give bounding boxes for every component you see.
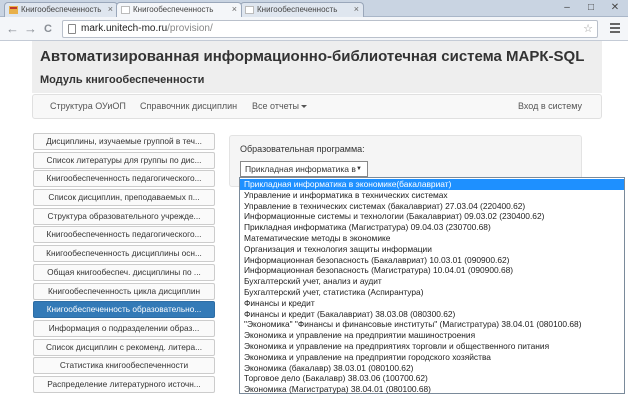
sidebar-item[interactable]: Распределение литературного источн... — [33, 375, 215, 393]
sidebar-item[interactable]: Структура образовательного учрежде... — [33, 207, 215, 225]
dropdown-option[interactable]: Прикладная информатика (Магистратура) 09… — [240, 222, 624, 233]
browser-tab-3[interactable]: Книгообеспеченность × — [240, 2, 364, 17]
program-select[interactable]: Прикладная информатика в ▼ — [240, 161, 368, 177]
dropdown-option[interactable]: Экономика и управление на предприятии го… — [240, 352, 624, 363]
forward-icon[interactable]: → — [24, 21, 37, 37]
sidebar-item[interactable]: Книгообеспеченность педагогического... — [33, 226, 215, 244]
tab-title: Книгообеспеченность — [21, 5, 102, 14]
nav-structure[interactable]: Структура ОУиОП — [50, 101, 126, 111]
dropdown-option[interactable]: Математические методы в экономике — [240, 233, 624, 244]
dropdown-option[interactable]: Организация и технология защиты информац… — [240, 244, 624, 255]
bookmark-star-icon[interactable]: ☆ — [583, 22, 593, 35]
browser-tab-bar: Книгообеспеченность × Книгообеспеченност… — [0, 0, 628, 17]
report-sidebar: Дисциплины, изучаемые группой в теч... Сп… — [33, 133, 215, 395]
nav-disciplines[interactable]: Справочник дисциплин — [140, 101, 237, 111]
sidebar-item[interactable]: Дисциплины, изучаемые группой в теч... — [33, 133, 215, 150]
tab-title: Книгообеспеченность — [133, 5, 214, 14]
main-navbar: Структура ОУиОП Справочник дисциплин Все… — [32, 94, 602, 119]
sidebar-item[interactable]: Информация о подразделении образ... — [33, 319, 215, 337]
dropdown-option[interactable]: Управление в технических системах (бакал… — [240, 201, 624, 212]
dropdown-option[interactable]: Бухгалтерский учет, анализ и аудит — [240, 276, 624, 287]
dropdown-option[interactable]: Экономика и управление на предприятиях т… — [240, 341, 624, 352]
browser-toolbar: ← → C mark.unitech-mo.ru/provision/ ☆ — [0, 17, 628, 41]
sidebar-item[interactable]: Список дисциплин, преподаваемых п... — [33, 189, 215, 207]
sidebar-item[interactable]: Список литературы для группы по дис... — [33, 151, 215, 169]
tab-close-icon[interactable]: × — [354, 4, 359, 14]
tab-title: Книгообеспеченность — [257, 5, 338, 14]
address-bar[interactable]: mark.unitech-mo.ru/provision/ ☆ — [62, 20, 598, 38]
sidebar-item[interactable]: Общая книгообеспеч. дисциплины по ... — [33, 263, 215, 281]
dropdown-option[interactable]: Финансы и кредит (Бакалавриат) 38.03.08 … — [240, 309, 624, 320]
program-dropdown-list: Прикладная информатика в экономике(бакал… — [239, 177, 625, 394]
sidebar-item[interactable]: Книгообеспеченность цикла дисциплин — [33, 282, 215, 300]
nav-all-reports[interactable]: Все отчеты — [252, 101, 307, 111]
chevron-down-icon: ▼ — [356, 166, 362, 172]
sidebar-item[interactable]: Список дисциплин с рекоменд. литера... — [33, 338, 215, 356]
login-link[interactable]: Вход в систему — [518, 101, 582, 111]
sidebar-item[interactable]: Книгообеспеченность педагогического... — [33, 170, 215, 188]
back-icon[interactable]: ← — [6, 21, 19, 37]
tab-close-icon[interactable]: × — [232, 4, 237, 14]
dropdown-option[interactable]: Экономика (Магистратура) 38.04.01 (08010… — [240, 384, 624, 395]
dropdown-option[interactable]: Управление и информатика в технических с… — [240, 190, 624, 201]
dropdown-option[interactable]: Финансы и кредит — [240, 298, 624, 309]
dropdown-option[interactable]: Экономика и управление на предприятии ма… — [240, 330, 624, 341]
reload-icon[interactable]: C — [44, 21, 52, 37]
favicon-icon — [121, 6, 130, 14]
tab-close-icon[interactable]: × — [108, 4, 113, 14]
page-icon — [68, 24, 76, 34]
sidebar-item[interactable]: Статистика книгообеспеченности — [33, 357, 215, 375]
maximize-icon[interactable]: □ — [580, 0, 602, 16]
program-label: Образовательная программа: — [240, 144, 365, 154]
sidebar-item[interactable]: Книгообеспеченность образовательно... — [33, 301, 215, 319]
url-text: mark.unitech-mo.ru/provision/ — [81, 23, 213, 34]
browser-menu-icon[interactable] — [610, 23, 620, 33]
page-subtitle: Модуль книгообеспеченности — [40, 74, 205, 86]
chevron-down-icon — [300, 105, 307, 109]
site-header: Автоматизированная информационно-библиот… — [32, 41, 602, 93]
favicon-icon — [9, 6, 18, 14]
dropdown-option[interactable]: Торговое дело (Бакалавр) 38.03.06 (10070… — [240, 373, 624, 384]
sidebar-item[interactable]: Книгообеспеченность дисциплины осн... — [33, 245, 215, 263]
close-icon[interactable]: ✕ — [604, 0, 626, 16]
favicon-icon — [245, 6, 254, 14]
browser-tab-1[interactable]: Книгообеспеченность × — [4, 2, 118, 17]
dropdown-option[interactable]: Информационная безопасность (Магистратур… — [240, 265, 624, 276]
dropdown-option[interactable]: "Экономика" "Финансы и финансовые инстит… — [240, 319, 624, 330]
page-title: Автоматизированная информационно-библиот… — [40, 48, 585, 65]
minimize-icon[interactable]: – — [556, 0, 578, 16]
dropdown-option[interactable]: Информационные системы и технологии (Бак… — [240, 211, 624, 222]
dropdown-option[interactable]: Экономика (бакалавр) 38.03.01 (080100.62… — [240, 363, 624, 374]
dropdown-option[interactable]: Бухгалтерский учет, статистика (Аспирант… — [240, 287, 624, 298]
dropdown-option[interactable]: Информационная безопасность (Бакалавриат… — [240, 255, 624, 266]
dropdown-option[interactable]: Прикладная информатика в экономике(бакал… — [240, 179, 624, 190]
browser-tab-2[interactable]: Книгообеспеченность × — [116, 2, 242, 17]
